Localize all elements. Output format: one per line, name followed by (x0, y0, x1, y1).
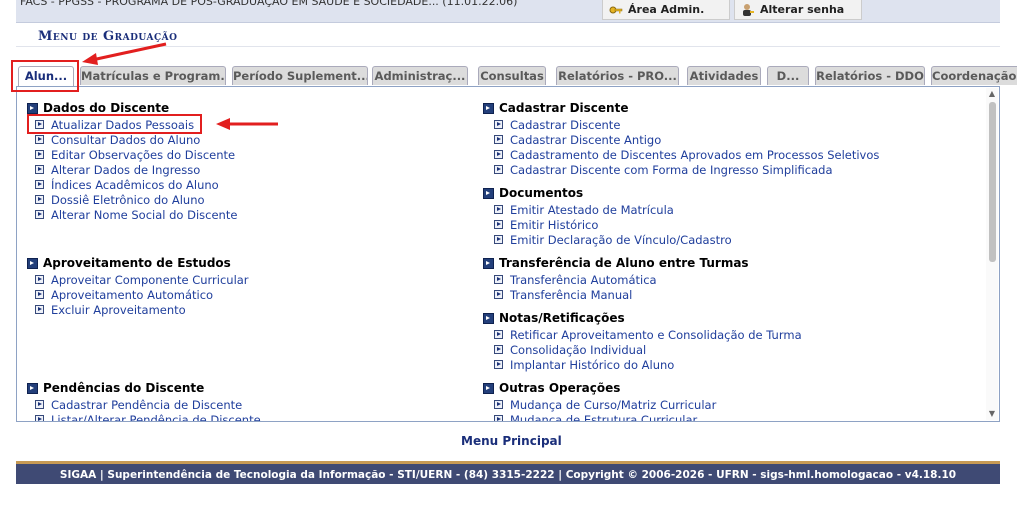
tab-periodo-suplementar[interactable]: Período Suplement... (232, 66, 368, 85)
section-aproveitamento: Aproveitamento de Estudos (27, 256, 231, 270)
section-documentos: Documentos (483, 186, 583, 200)
arrow-icon (494, 400, 503, 409)
section-bullet-icon (483, 102, 494, 114)
link-cadastrar-discente[interactable]: Cadastrar Discente (494, 117, 620, 132)
link-indices-academicos[interactable]: Índices Acadêmicos do Aluno (35, 177, 219, 192)
menu-panel: Dados do Discente Atualizar Dados Pessoa… (16, 86, 1000, 422)
top-bar: FACS - PPGSS - PROGRAMA DE PÓS-GRADUAÇÃO… (16, 0, 1000, 23)
arrow-icon (494, 415, 503, 421)
section-bullet-icon (27, 102, 38, 114)
department-label: FACS - PPGSS - PROGRAMA DE PÓS-GRADUAÇÃO… (20, 0, 518, 8)
link-transferencia-manual[interactable]: Transferência Manual (494, 287, 632, 302)
area-admin-label: Área Admin. (628, 3, 705, 16)
link-cadastrar-discente-antigo[interactable]: Cadastrar Discente Antigo (494, 132, 661, 147)
tab-consultas[interactable]: Consultas (478, 66, 546, 85)
link-cadastrar-pendencia[interactable]: Cadastrar Pendência de Discente (35, 397, 242, 412)
arrow-icon (35, 210, 44, 219)
tab-atividades[interactable]: Atividades (687, 66, 761, 85)
arrow-icon (494, 275, 503, 284)
section-pendencias: Pendências do Discente (27, 381, 204, 395)
arrow-icon (494, 135, 503, 144)
link-retificar-aproveitamento[interactable]: Retificar Aproveitamento e Consolidação … (494, 327, 802, 342)
tab-bar: Alun... Matrículas e Program... Período … (18, 66, 1033, 86)
section-bullet-icon (483, 257, 494, 269)
link-emitir-historico[interactable]: Emitir Histórico (494, 217, 598, 232)
link-consultar-dados-aluno[interactable]: Consultar Dados do Aluno (35, 132, 200, 147)
tab-d[interactable]: D... (767, 66, 809, 85)
arrow-icon (35, 290, 44, 299)
section-bullet-icon (483, 187, 494, 199)
link-excluir-aproveitamento[interactable]: Excluir Aproveitamento (35, 302, 186, 317)
link-aproveitar-componente[interactable]: Aproveitar Componente Curricular (35, 272, 249, 287)
link-dossie-eletronico[interactable]: Dossiê Eletrônico do Aluno (35, 192, 205, 207)
tab-relatorios-ddo[interactable]: Relatórios - DDO (815, 66, 925, 85)
arrow-icon (494, 345, 503, 354)
link-emitir-atestado[interactable]: Emitir Atestado de Matrícula (494, 202, 674, 217)
arrow-icon (494, 150, 503, 159)
arrow-icon (494, 290, 503, 299)
arrow-icon (494, 235, 503, 244)
section-bullet-icon (483, 312, 494, 324)
arrow-icon (494, 330, 503, 339)
user-key-icon (743, 3, 754, 16)
arrow-icon (494, 360, 503, 369)
arrow-icon (35, 150, 44, 159)
red-arrow-icon (216, 118, 278, 130)
arrow-icon (35, 135, 44, 144)
section-transferencia: Transferência de Aluno entre Turmas (483, 256, 749, 270)
tab-matriculas[interactable]: Matrículas e Program... (80, 66, 226, 85)
section-bullet-icon (27, 382, 38, 394)
alterar-senha-label: Alterar senha (760, 3, 845, 16)
page-right-margin (1017, 22, 1033, 511)
panel-scrollbar[interactable]: ▲ ▼ (986, 88, 998, 420)
link-cadastramento-aprovados[interactable]: Cadastramento de Discentes Aprovados em … (494, 147, 879, 162)
arrow-icon (494, 120, 503, 129)
section-dados-discente: Dados do Discente (27, 101, 169, 115)
tab-relatorios-pro[interactable]: Relatórios - PRO... (556, 66, 679, 85)
link-consolidacao-individual[interactable]: Consolidação Individual (494, 342, 646, 357)
arrow-icon (494, 165, 503, 174)
arrow-icon (35, 415, 44, 421)
link-implantar-historico[interactable]: Implantar Histórico do Aluno (494, 357, 674, 372)
arrow-icon (35, 165, 44, 174)
scroll-thumb[interactable] (989, 102, 996, 262)
scroll-up-icon[interactable]: ▲ (986, 88, 998, 100)
scroll-down-icon[interactable]: ▼ (986, 408, 998, 420)
link-cadastrar-ingresso-simplificada[interactable]: Cadastrar Discente com Forma de Ingresso… (494, 162, 833, 177)
link-aproveitamento-automatico[interactable]: Aproveitamento Automático (35, 287, 213, 302)
link-listar-pendencia[interactable]: Listar/Alterar Pendência de Discente (35, 412, 261, 421)
alterar-senha-button[interactable]: Alterar senha (734, 0, 862, 20)
arrow-icon (35, 180, 44, 189)
arrow-icon (494, 220, 503, 229)
section-outras-operacoes: Outras Operações (483, 381, 620, 395)
menu-principal-link[interactable]: Menu Principal (461, 434, 562, 448)
link-emitir-declaracao[interactable]: Emitir Declaração de Vínculo/Cadastro (494, 232, 732, 247)
red-arrow-icon (82, 42, 167, 65)
section-notas-retificacoes: Notas/Retificações (483, 311, 625, 325)
link-editar-observacoes[interactable]: Editar Observações do Discente (35, 147, 235, 162)
arrow-icon (35, 275, 44, 284)
link-mudanca-curso[interactable]: Mudança de Curso/Matriz Curricular (494, 397, 716, 412)
section-bullet-icon (27, 257, 38, 269)
highlight-link-box (27, 114, 202, 134)
arrow-icon (35, 305, 44, 314)
link-alterar-nome-social[interactable]: Alterar Nome Social do Discente (35, 207, 237, 222)
area-admin-button[interactable]: Área Admin. (602, 0, 730, 20)
arrow-icon (35, 400, 44, 409)
key-icon (609, 6, 623, 13)
footer: SIGAA | Superintendência de Tecnologia d… (16, 461, 1000, 484)
arrow-icon (35, 195, 44, 204)
section-bullet-icon (483, 382, 494, 394)
section-cadastrar-discente: Cadastrar Discente (483, 101, 628, 115)
tab-administracao[interactable]: Administraç... (372, 66, 468, 85)
link-alterar-dados-ingresso[interactable]: Alterar Dados de Ingresso (35, 162, 200, 177)
highlight-tab-box (11, 60, 79, 92)
link-transferencia-automatica[interactable]: Transferência Automática (494, 272, 657, 287)
link-mudanca-estrutura[interactable]: Mudança de Estrutura Curricular (494, 412, 697, 421)
arrow-icon (494, 205, 503, 214)
